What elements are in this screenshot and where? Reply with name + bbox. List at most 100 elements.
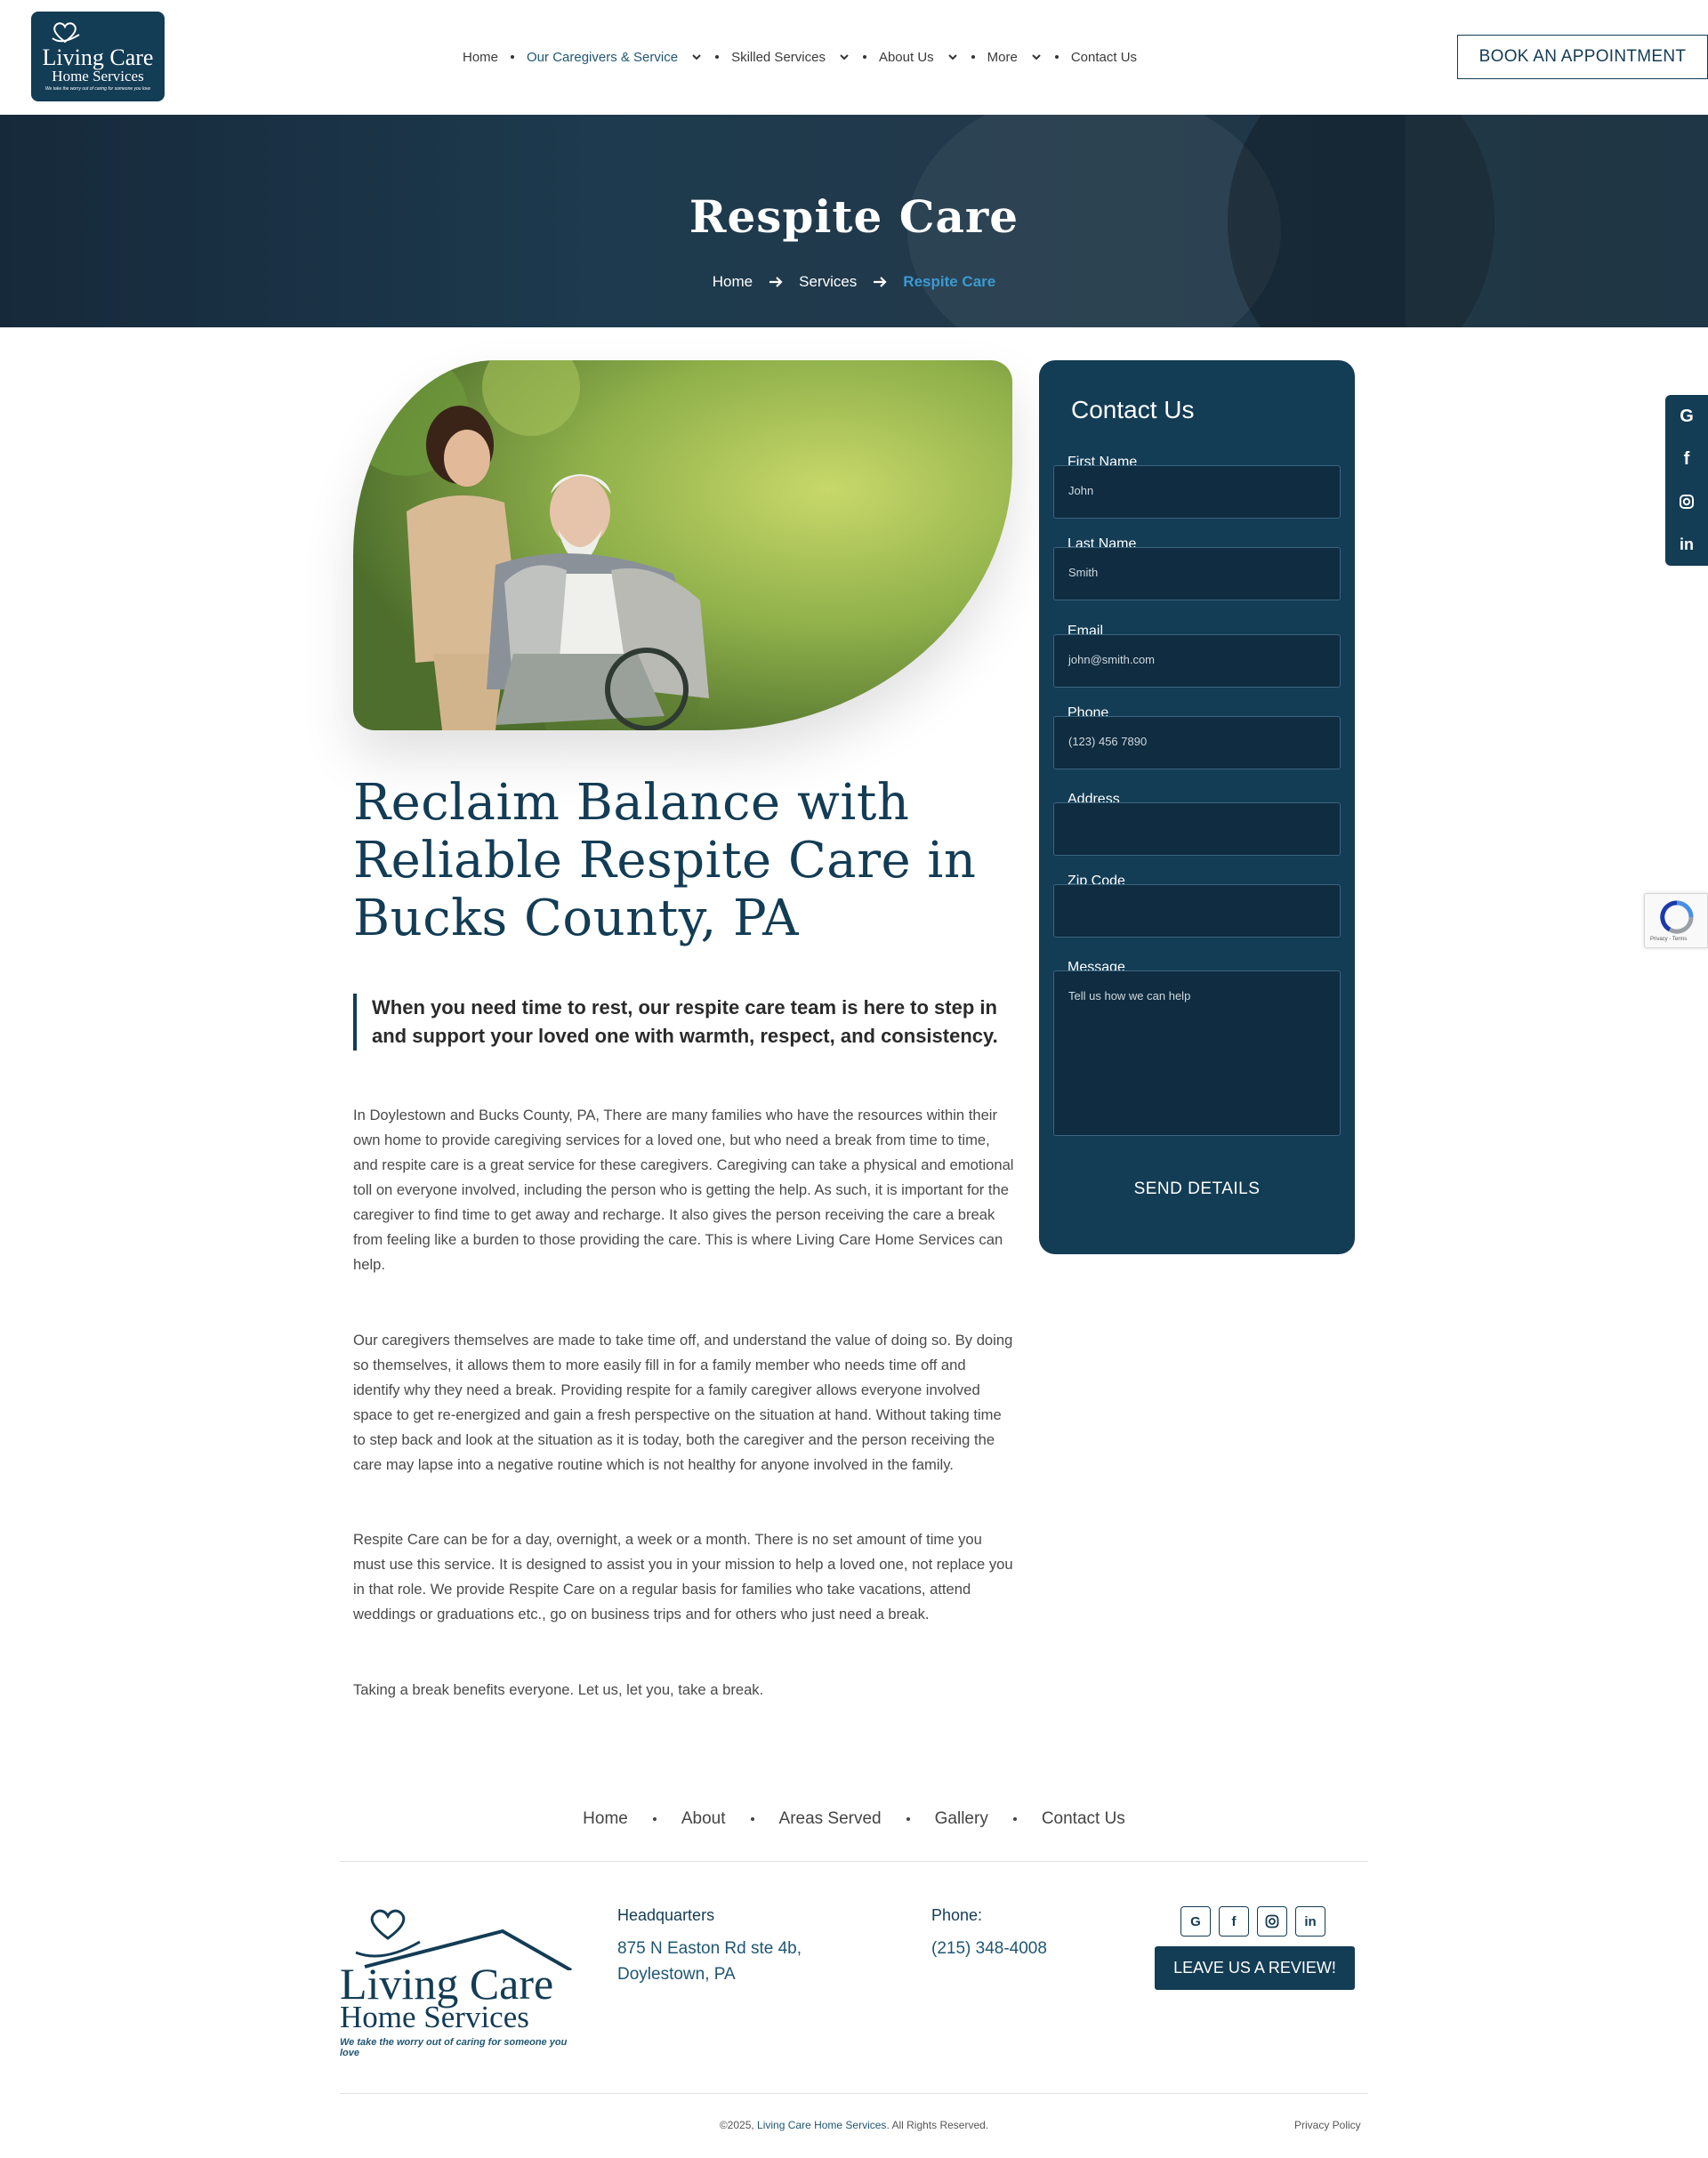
- footer-nav-separator: [652, 1817, 657, 1821]
- nav-label: More: [987, 49, 1018, 65]
- address-line-2: Doylestown, PA: [617, 1965, 736, 1984]
- footer-link-home[interactable]: Home: [583, 1809, 628, 1829]
- nav-separator: [1054, 55, 1059, 59]
- footer-social-icons: G f in: [1180, 1906, 1333, 1937]
- breadcrumb-services[interactable]: Services: [799, 273, 857, 291]
- copyright: ©2025, Living Care Home Services. All Ri…: [0, 2119, 1708, 2131]
- email-field[interactable]: john@smith.com: [1053, 634, 1341, 688]
- logo-line-2: Home Services: [52, 68, 144, 85]
- nav-label: Skilled Services: [731, 49, 826, 65]
- copyright-suffix: . All Rights Reserved.: [886, 2119, 989, 2131]
- recaptcha-text[interactable]: Privacy - Terms: [1650, 937, 1687, 942]
- body-paragraph-2: Our caregivers themselves are made to ta…: [353, 1332, 1013, 1473]
- nav-separator: [715, 55, 720, 59]
- caregiver-photo: [353, 360, 1012, 730]
- facebook-icon[interactable]: f: [1665, 438, 1708, 480]
- footer-link-contact-us[interactable]: Contact Us: [1042, 1809, 1125, 1829]
- instagram-glyph: [1680, 495, 1694, 509]
- breadcrumb-home[interactable]: Home: [713, 273, 753, 291]
- phone-number[interactable]: (215) 348-4008: [931, 1936, 1047, 1961]
- footer-link-gallery[interactable]: Gallery: [935, 1809, 988, 1829]
- last-name-placeholder: Smith: [1068, 566, 1099, 579]
- form-title: Contact Us: [1071, 396, 1195, 423]
- email-placeholder: john@smith.com: [1068, 653, 1156, 666]
- headquarters-heading: Headquarters: [617, 1906, 715, 1924]
- recaptcha-icon: [1660, 900, 1694, 934]
- first-name-field[interactable]: John: [1053, 465, 1341, 519]
- address-line-1: 875 N Easton Rd ste 4b,: [617, 1939, 802, 1958]
- footer-nav-separator: [906, 1817, 910, 1821]
- footer-nav: Home About Areas Served Gallery Contact …: [0, 1809, 1708, 1829]
- instagram-glyph: [1265, 1914, 1279, 1929]
- chevron-down-icon: [1032, 54, 1041, 60]
- nav-separator: [862, 55, 866, 59]
- google-icon[interactable]: G: [1180, 1906, 1211, 1937]
- body-paragraph-3: Respite Care can be for a day, overnight…: [353, 1531, 1013, 1623]
- headquarters-address: 875 N Easton Rd ste 4b, Doylestown, PA: [617, 1936, 802, 1987]
- phone-heading: Phone:: [931, 1906, 983, 1924]
- caregiver-feature-image: [353, 360, 1012, 730]
- footer-bottom-divider: [340, 2093, 1368, 2094]
- book-appointment-button[interactable]: BOOK AN APPOINTMENT: [1457, 35, 1708, 79]
- leave-review-button[interactable]: LEAVE US A REVIEW!: [1155, 1946, 1355, 1990]
- section-heading: Reclaim Balance with Reliable Respite Ca…: [353, 774, 977, 947]
- body-paragraph-1: In Doylestown and Bucks County, PA, Ther…: [353, 1107, 1014, 1273]
- message-textarea[interactable]: Tell us how we can help: [1053, 970, 1341, 1136]
- logo-line-1: Living Care: [42, 44, 154, 70]
- linkedin-icon[interactable]: in: [1665, 523, 1708, 566]
- nav-item-skilled-services[interactable]: Skilled Services: [731, 50, 850, 65]
- main-nav: Home Our Caregivers & Service Skilled Se…: [463, 46, 1137, 68]
- page-title: Respite Care: [689, 190, 1019, 243]
- intro-quote: When you need time to rest, our respite …: [353, 994, 1011, 1051]
- nav-separator: [511, 55, 515, 59]
- nav-label: Home: [463, 49, 499, 65]
- phone-placeholder: (123) 456 7890: [1068, 735, 1148, 748]
- heart-hands-icon: [52, 22, 80, 44]
- footer-logo[interactable]: Living Care Home Services We take the wo…: [338, 1899, 587, 2058]
- chevron-down-icon: [840, 54, 849, 60]
- nav-label: Contact Us: [1070, 49, 1138, 65]
- copyright-prefix: ©2025,: [719, 2119, 758, 2131]
- breadcrumb-current: Respite Care: [903, 273, 996, 290]
- footer-divider: [340, 1861, 1368, 1862]
- footer-nav-separator: [1012, 1817, 1017, 1821]
- nav-label: About Us: [878, 49, 934, 65]
- send-details-button[interactable]: SEND DETAILS: [1039, 1180, 1355, 1199]
- body-paragraph-4: Taking a break benefits everyone. Let us…: [353, 1681, 764, 1698]
- nav-separator: [971, 55, 975, 59]
- footer-nav-separator: [750, 1817, 754, 1821]
- copyright-brand-link[interactable]: Living Care Home Services: [757, 2119, 886, 2131]
- nav-label: Our Caregivers & Service: [527, 49, 679, 65]
- first-name-placeholder: John: [1068, 484, 1094, 497]
- logo-tagline: We take the worry out of caring for some…: [44, 86, 151, 92]
- recaptcha-badge[interactable]: Privacy - Terms: [1644, 893, 1708, 948]
- last-name-field[interactable]: Smith: [1053, 547, 1341, 600]
- nav-item-more[interactable]: More: [987, 50, 1043, 65]
- footer-link-areas-served[interactable]: Areas Served: [779, 1809, 882, 1829]
- arrow-right-icon: [769, 277, 783, 287]
- chevron-down-icon: [692, 54, 701, 60]
- site-header: Living Care Home Services We take the wo…: [0, 0, 1708, 115]
- linkedin-icon[interactable]: in: [1295, 1906, 1325, 1937]
- chevron-down-icon: [947, 54, 957, 60]
- arrow-right-icon: [874, 277, 887, 287]
- nav-item-contact-us[interactable]: Contact Us: [1071, 50, 1137, 65]
- nav-item-home[interactable]: Home: [463, 50, 498, 65]
- nav-item-about-us[interactable]: About Us: [879, 50, 959, 65]
- zip-code-field[interactable]: [1053, 884, 1341, 938]
- phone-field[interactable]: (123) 456 7890: [1053, 716, 1341, 769]
- footer-logo-tagline: We take the worry out of caring for some…: [340, 2037, 568, 2058]
- message-placeholder: Tell us how we can help: [1068, 989, 1191, 1003]
- facebook-icon[interactable]: f: [1219, 1906, 1249, 1937]
- site-logo[interactable]: Living Care Home Services We take the wo…: [31, 12, 165, 101]
- page-hero: Respite Care Home Services Respite Care: [0, 115, 1708, 327]
- address-field[interactable]: [1053, 802, 1341, 856]
- contact-form: Contact Us First Name John Last Name Smi…: [1039, 360, 1355, 1254]
- privacy-policy-link[interactable]: Privacy Policy: [1294, 2119, 1361, 2131]
- google-icon[interactable]: G: [1665, 395, 1708, 438]
- instagram-icon[interactable]: [1665, 480, 1708, 523]
- footer-link-about[interactable]: About: [681, 1809, 726, 1829]
- nav-item-caregivers-service[interactable]: Our Caregivers & Service: [527, 50, 703, 65]
- instagram-icon[interactable]: [1257, 1906, 1287, 1937]
- social-sidebar: G f in: [1665, 395, 1708, 566]
